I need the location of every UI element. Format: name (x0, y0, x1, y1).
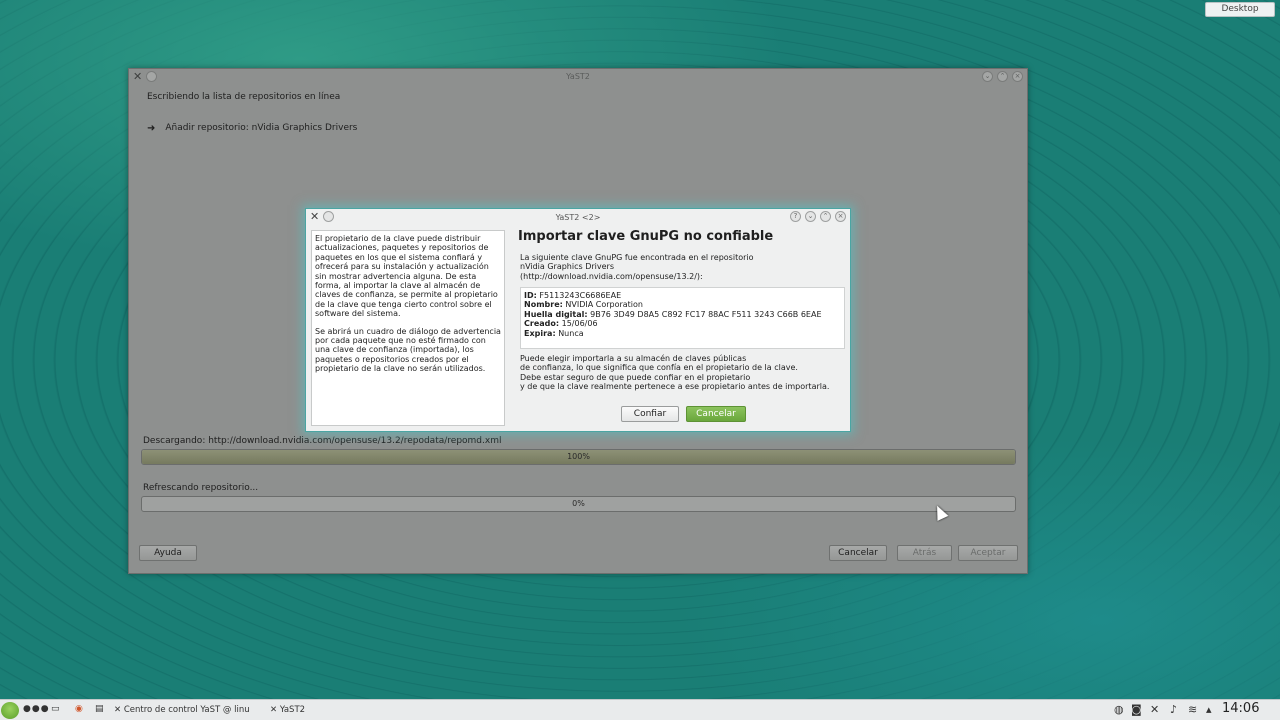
maximize-icon[interactable]: ⌃ (997, 71, 1008, 82)
dialog-note: Puede elegir importarla a su almacén de … (520, 354, 850, 392)
dialog-intro: La siguiente clave GnuPG fue encontrada … (520, 253, 840, 281)
download-progress-text: 100% (567, 452, 590, 461)
taskbar: ●●● ▭ ◉ ▤ ✕ Centro de control YaST @ lin… (0, 699, 1280, 720)
help-icon[interactable]: ? (790, 211, 801, 222)
task-label: YaST2 (279, 705, 306, 715)
key-fingerprint-value: 9B76 3D49 D8A5 C892 FC17 88AC F511 3243 … (590, 309, 822, 319)
task-yast-control-center[interactable]: ✕ Centro de control YaST @ linu (114, 702, 264, 718)
intro-line: nVidia Graphics Drivers (520, 262, 614, 272)
intro-line: (http://download.nvidia.com/opensuse/13.… (520, 271, 703, 281)
key-created-label: Creado: (524, 319, 560, 329)
close-icon[interactable]: × (1012, 71, 1023, 82)
refresh-label: Refrescando repositorio... (143, 483, 259, 493)
step-heading: Escribiendo la lista de repositorios en … (147, 92, 341, 102)
accept-button[interactable]: Aceptar (958, 545, 1018, 561)
key-name-label: Nombre: (524, 300, 563, 310)
key-name-value: NVIDIA Corporation (565, 300, 643, 310)
key-id-value: F5113243C6686EAE (539, 291, 622, 300)
yast-task-icon: ✕ (270, 705, 278, 715)
key-id-row: ID: F5113243C6686EAE (524, 291, 841, 300)
key-expires-value: Nunca (558, 328, 584, 338)
dots-icon[interactable]: ●●● (23, 704, 50, 714)
start-menu-icon[interactable] (1, 702, 19, 719)
task-label: Centro de control YaST @ linu (123, 705, 250, 715)
key-fingerprint-label: Huella digital: (524, 309, 588, 319)
tray-expand-icon[interactable]: ▴ (1206, 703, 1212, 716)
file-manager-icon[interactable]: ▤ (95, 704, 104, 714)
dialog-titlebar-right-controls: ? ⌄ ⌃ × (790, 211, 846, 222)
back-button[interactable]: Atrás (897, 545, 952, 561)
note-line: Puede elegir importarla a su almacén de … (520, 354, 747, 363)
help-text-panel[interactable]: El propietario de la clave puede distrib… (311, 230, 505, 426)
key-expires-label: Expira: (524, 328, 556, 338)
arrow-right-icon: ➜ (147, 123, 156, 134)
window-title: YaST2 (566, 72, 590, 81)
cancel-button[interactable]: Cancelar (829, 545, 887, 561)
dialog-title: YaST2 <2> (555, 213, 601, 222)
note-line: de confianza, lo que significa que confí… (520, 363, 798, 373)
close-icon[interactable]: × (835, 211, 846, 222)
yast-tray-icon[interactable]: ✕ (1150, 703, 1159, 716)
dialog-cancel-button[interactable]: Cancelar (686, 406, 746, 422)
note-line: y de que la clave realmente pertenece a … (520, 382, 830, 392)
key-name-row: Nombre: NVIDIA Corporation (524, 300, 841, 309)
trust-button[interactable]: Confiar (621, 406, 679, 422)
firefox-icon[interactable]: ◉ (75, 704, 83, 714)
dialog-heading: Importar clave GnuPG no confiable (518, 229, 774, 244)
volume-icon[interactable]: ♪ (1170, 703, 1177, 716)
help-button[interactable]: Ayuda (139, 545, 197, 561)
clock[interactable]: 14:06 (1222, 701, 1259, 716)
media-stop-icon[interactable]: ◙ (1131, 703, 1142, 716)
maximize-icon[interactable]: ⌃ (820, 211, 831, 222)
refresh-progress-text: 0% (572, 499, 585, 508)
key-fingerprint-row: Huella digital: 9B76 3D49 D8A5 C892 FC17… (524, 310, 841, 319)
help-paragraph: Se abrirá un cuadro de diálogo de advert… (315, 326, 501, 374)
key-expires-row: Expira: Nunca (524, 329, 841, 338)
step-item-label: Añadir repositorio: nVidia Graphics Driv… (165, 123, 358, 133)
show-desktop-icon[interactable]: ▭ (51, 704, 60, 714)
desktop-button[interactable]: Desktop (1205, 2, 1275, 17)
download-progress-bar: 100% (141, 449, 1016, 465)
yast-task-icon: ✕ (114, 705, 122, 715)
minimize-icon[interactable]: ⌄ (805, 211, 816, 222)
updater-icon[interactable]: ◍ (1114, 703, 1124, 716)
import-key-dialog: ✕ YaST2 <2> ? ⌄ ⌃ × El propietario de la… (305, 208, 851, 432)
key-details-box: ID: F5113243C6686EAE Nombre: NVIDIA Corp… (520, 287, 845, 349)
key-created-value: 15/06/06 (561, 319, 598, 329)
network-icon[interactable]: ≋ (1188, 703, 1197, 716)
intro-line: La siguiente clave GnuPG fue encontrada … (520, 253, 754, 262)
step-item: ➜ Añadir repositorio: nVidia Graphics Dr… (147, 123, 357, 134)
refresh-progress-bar: 0% (141, 496, 1016, 512)
key-created-row: Creado: 15/06/06 (524, 319, 841, 328)
help-paragraph: El propietario de la clave puede distrib… (315, 234, 498, 319)
key-id-label: ID: (524, 291, 537, 300)
task-yast2[interactable]: ✕ YaST2 (270, 702, 390, 718)
download-label: Descargando: http://download.nvidia.com/… (143, 436, 502, 446)
titlebar-right-controls: ⌄ ⌃ × (982, 71, 1023, 82)
note-line: Debe estar seguro de que puede confiar e… (520, 372, 751, 382)
minimize-icon[interactable]: ⌄ (982, 71, 993, 82)
